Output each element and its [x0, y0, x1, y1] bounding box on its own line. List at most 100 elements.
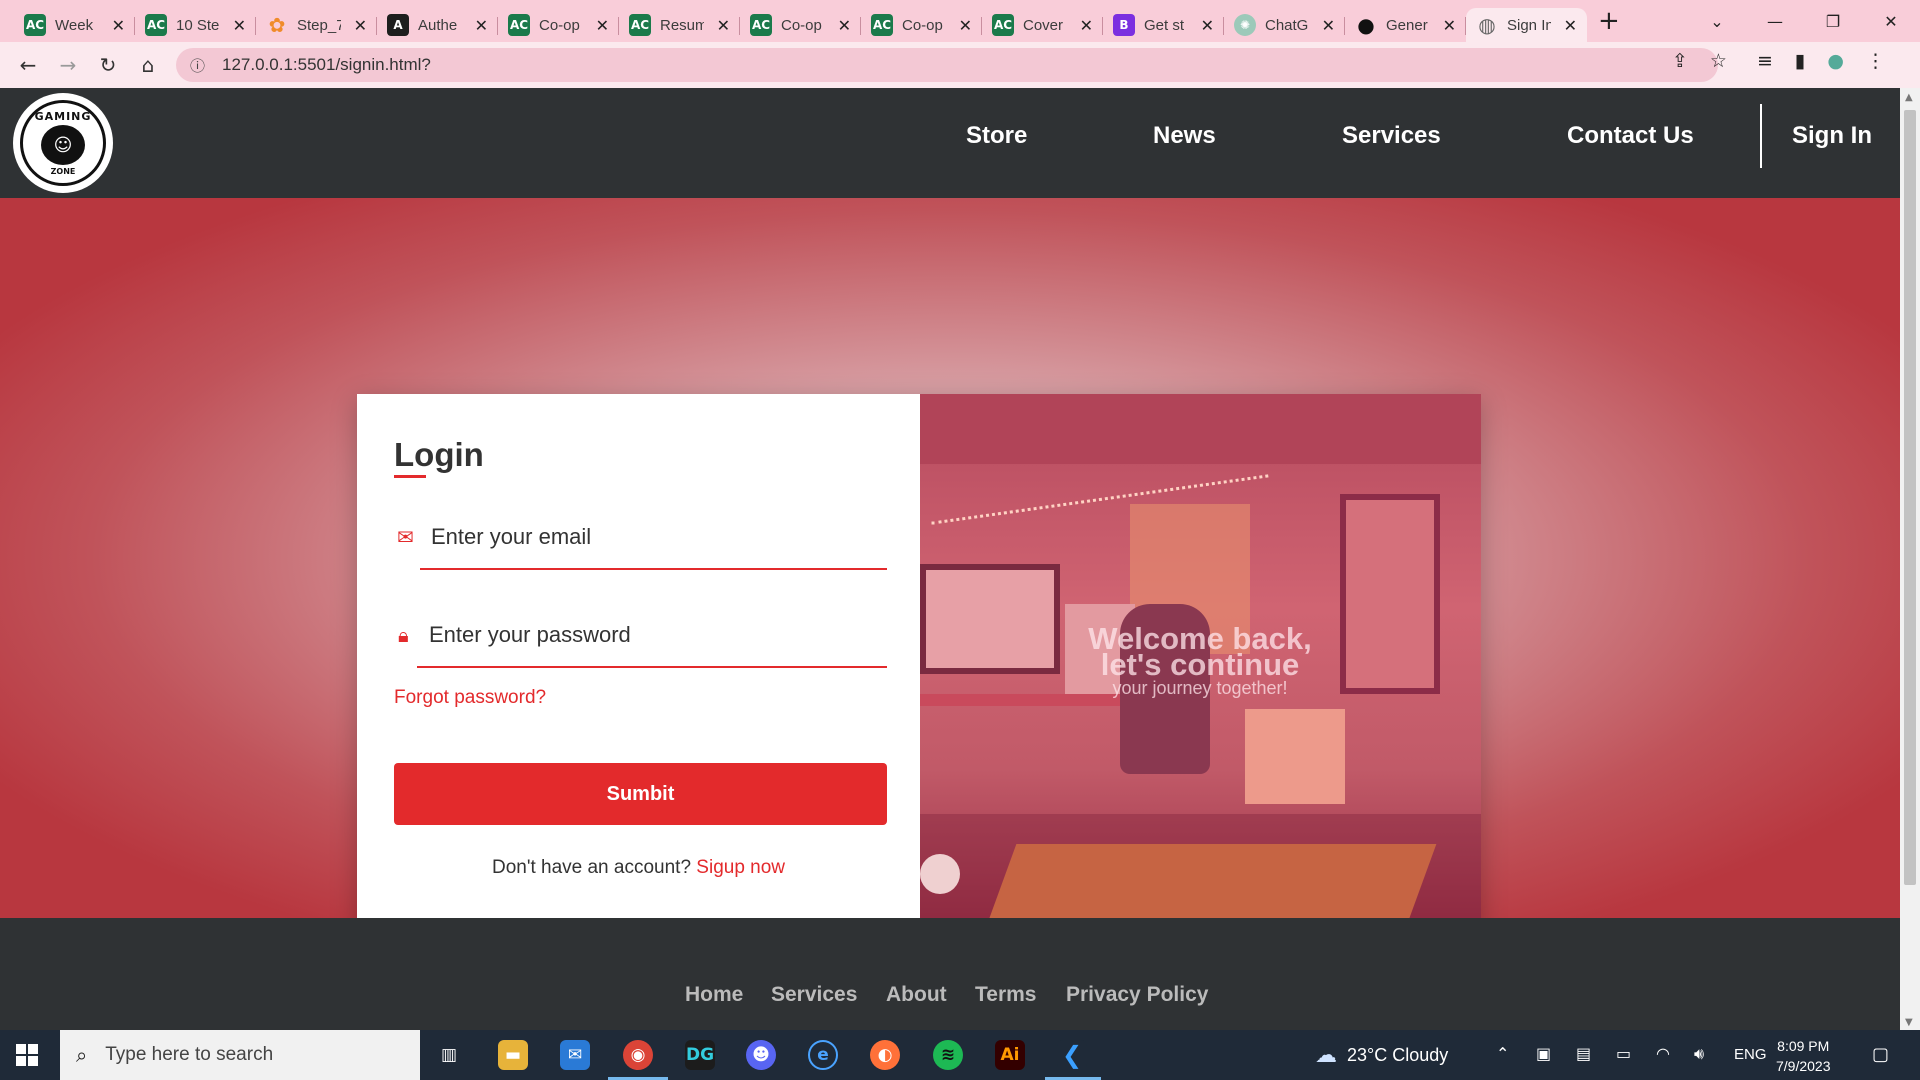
tab-close-icon[interactable]: ✕	[354, 16, 367, 35]
mail-icon[interactable]: ✉	[560, 1040, 590, 1070]
file-explorer-icon[interactable]: ▬	[498, 1040, 528, 1070]
site-info-icon[interactable]: ⓘ	[190, 55, 212, 76]
footer-privacy-link[interactable]: Privacy Policy	[1066, 983, 1208, 1007]
tab-close-icon[interactable]: ✕	[1201, 16, 1214, 35]
browser-tab[interactable]: ● Gener ✕	[1345, 8, 1466, 42]
taskbar-search[interactable]: ⌕ Type here to search	[60, 1030, 420, 1080]
reload-button[interactable]: ↻	[88, 53, 128, 77]
tab-close-icon[interactable]: ✕	[596, 16, 609, 35]
gaming-zone-logo[interactable]: GAMING ☺ ZONE	[13, 93, 113, 193]
browser-tab[interactable]: AC 10 Ste ✕	[135, 8, 256, 42]
login-card: Login ✉ Enter your email 🔒︎ Enter your p…	[357, 394, 1481, 930]
footer-home-link[interactable]: Home	[685, 983, 743, 1007]
password-input[interactable]: Enter your password	[429, 622, 631, 648]
battery-icon[interactable]: ▭	[1616, 1044, 1631, 1063]
weather-text[interactable]: 23°C Cloudy	[1347, 1045, 1448, 1066]
chrome-icon[interactable]: ◉	[623, 1040, 653, 1070]
welcome-line-2: let's continue	[1100, 647, 1300, 682]
browser-tab[interactable]: AC Co-op ✕	[861, 8, 982, 42]
scroll-up-icon[interactable]: ▲	[1905, 92, 1913, 103]
nav-services[interactable]: Services	[1342, 122, 1441, 150]
nav-contact-us[interactable]: Contact Us	[1567, 122, 1694, 150]
browser-tab[interactable]: B Get st ✕	[1103, 8, 1224, 42]
forgot-password-link[interactable]: Forgot password?	[394, 687, 546, 709]
datagrip-icon[interactable]: DG	[685, 1040, 715, 1070]
gaming-room-illustration: Welcome back, let's continue your journe…	[920, 394, 1481, 930]
auth-icon: A	[387, 14, 409, 36]
home-button[interactable]: ⌂	[128, 53, 168, 77]
browser-tab[interactable]: ✿ Step_7 ✕	[256, 8, 377, 42]
task-view-icon[interactable]: ▥	[434, 1040, 464, 1070]
volume-icon[interactable]: 🔊︎	[1694, 1044, 1704, 1064]
profile-avatar[interactable]: ●	[1827, 50, 1844, 72]
footer-terms-link[interactable]: Terms	[975, 983, 1036, 1007]
browser-tab[interactable]: AC Co-op ✕	[740, 8, 861, 42]
back-button[interactable]: ←	[8, 53, 48, 77]
tab-close-icon[interactable]: ✕	[475, 16, 488, 35]
submit-button[interactable]: Sumbit	[394, 763, 887, 825]
nav-news[interactable]: News	[1153, 122, 1216, 150]
ac-icon: AC	[750, 14, 772, 36]
tab-close-icon[interactable]: ✕	[1322, 16, 1335, 35]
tab-close-icon[interactable]: ✕	[838, 16, 851, 35]
taskbar-search-input[interactable]: Type here to search	[105, 1044, 273, 1066]
forward-button[interactable]: →	[48, 53, 88, 77]
language-indicator[interactable]: ENG	[1734, 1046, 1767, 1063]
browser-tab[interactable]: AC Resum ✕	[619, 8, 740, 42]
browser-tab[interactable]: A Authe ✕	[377, 8, 498, 42]
side-panel-icon[interactable]: ▮	[1795, 50, 1805, 72]
display-icon[interactable]: ▤	[1576, 1044, 1591, 1063]
scroll-down-icon[interactable]: ▼	[1905, 1017, 1913, 1028]
tab-close-icon[interactable]: ✕	[112, 16, 125, 35]
tab-close-icon[interactable]: ✕	[717, 16, 730, 35]
tab-close-icon[interactable]: ✕	[233, 16, 246, 35]
browser-tab[interactable]: AC Co-op ✕	[498, 8, 619, 42]
tab-search-icon[interactable]: ⌄	[1688, 0, 1746, 42]
notifications-icon[interactable]: ▢	[1872, 1044, 1889, 1065]
windows-start-button[interactable]	[16, 1044, 38, 1066]
wifi-icon[interactable]: ◠	[1656, 1044, 1670, 1063]
edge-icon[interactable]: e	[808, 1040, 838, 1070]
meet-now-icon[interactable]: ▣	[1536, 1044, 1551, 1063]
address-bar[interactable]: ⓘ 127.0.0.1:5501/signin.html?	[176, 48, 1718, 82]
tab-label: Sign In	[1507, 16, 1551, 34]
browser-tab[interactable]: ✺ ChatG ✕	[1224, 8, 1345, 42]
restore-button[interactable]: ❐	[1804, 0, 1862, 42]
new-tab-button[interactable]: +	[1598, 6, 1620, 36]
signup-link[interactable]: Sigup now	[696, 857, 785, 878]
firefox-icon[interactable]: ◐	[870, 1040, 900, 1070]
show-hidden-icons[interactable]: ⌃	[1496, 1044, 1509, 1063]
minimize-button[interactable]: —	[1746, 0, 1804, 42]
close-window-button[interactable]: ✕	[1862, 0, 1920, 42]
page-scrollbar[interactable]: ▲ ▼	[1900, 88, 1920, 1030]
login-form: Login ✉ Enter your email 🔒︎ Enter your p…	[357, 394, 920, 930]
share-icon[interactable]: ⇪	[1672, 50, 1688, 72]
tab-close-icon[interactable]: ✕	[1080, 16, 1093, 35]
tab-close-icon[interactable]: ✕	[1564, 16, 1577, 35]
vscode-icon[interactable]: ❮	[1057, 1040, 1087, 1070]
browser-tab[interactable]: AC Week ✕	[14, 8, 135, 42]
menu-kebab-icon[interactable]: ⋮	[1866, 50, 1885, 72]
browser-tab[interactable]: AC Cover ✕	[982, 8, 1103, 42]
password-underline	[417, 666, 887, 668]
spotify-icon[interactable]: ≋	[933, 1040, 963, 1070]
taskbar-clock[interactable]: 8:09 PM 7/9/2023	[1776, 1036, 1831, 1076]
login-title: Login	[394, 436, 484, 473]
nav-store[interactable]: Store	[966, 122, 1027, 150]
footer-services-link[interactable]: Services	[771, 983, 857, 1007]
discord-icon[interactable]: ☻	[746, 1040, 776, 1070]
site-footer: Home Services About Terms Privacy Policy	[0, 918, 1900, 1030]
tab-close-icon[interactable]: ✕	[1443, 16, 1456, 35]
tab-close-icon[interactable]: ✕	[959, 16, 972, 35]
email-input[interactable]: Enter your email	[431, 524, 591, 550]
reading-list-icon[interactable]: ≡	[1757, 50, 1773, 72]
footer-about-link[interactable]: About	[886, 983, 947, 1007]
scrollbar-thumb[interactable]	[1904, 110, 1916, 885]
illustrator-icon[interactable]: Ai	[995, 1040, 1025, 1070]
url-text[interactable]: 127.0.0.1:5501/signin.html?	[222, 55, 431, 75]
chatgpt-icon: ✺	[1234, 14, 1256, 36]
tab-active[interactable]: ◍ Sign In ✕	[1466, 8, 1587, 42]
nav-sign-in[interactable]: Sign In	[1792, 122, 1872, 150]
bookmark-star-icon[interactable]: ☆	[1710, 50, 1727, 72]
cloud-icon: ☁	[1315, 1042, 1337, 1067]
